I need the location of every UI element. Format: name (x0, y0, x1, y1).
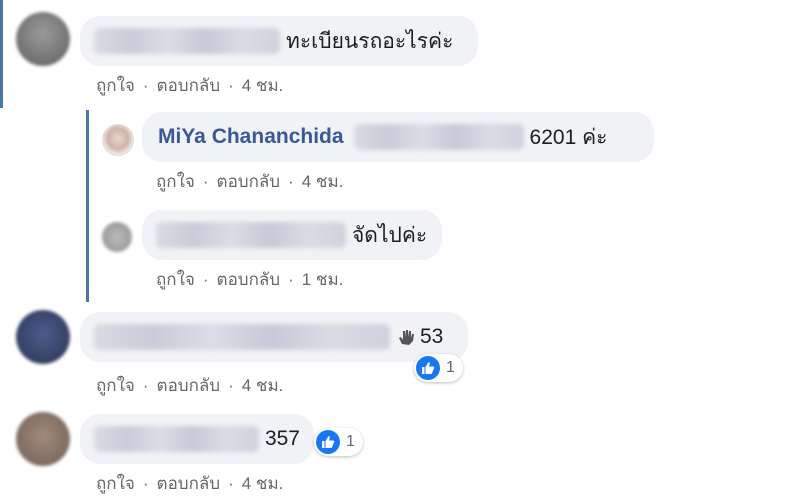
comment-actions: ถูกใจ · ตอบกลับ · 1 ชม. (156, 266, 343, 293)
reply-link[interactable]: ตอบกลับ (157, 470, 221, 497)
reaction-count: 1 (346, 433, 355, 450)
like-link[interactable]: ถูกใจ (156, 168, 195, 195)
comment-text: 357 (264, 427, 300, 450)
thread-line-replies (86, 110, 89, 302)
reply-link[interactable]: ตอบกลับ (217, 168, 281, 195)
like-icon (316, 430, 340, 454)
comment-actions: ถูกใจ · ตอบกลับ · 4 ชม. (156, 168, 343, 195)
comment-actions: ถูกใจ · ตอบกลับ · 4 ชม. (96, 372, 283, 399)
comment-bubble: MiYa Chananchida 6201 ค่ะ (142, 112, 654, 162)
comment-text: ทะเบียนรถอะไรค่ะ (286, 29, 454, 53)
reply-link[interactable]: ตอบกลับ (157, 372, 221, 399)
timestamp[interactable]: 4 ชม. (242, 470, 284, 497)
like-link[interactable]: ถูกใจ (96, 470, 135, 497)
comment-bubble: 53 (80, 312, 468, 362)
thread-line-top (0, 0, 3, 108)
comment-bubble: จัดไปค่ะ (142, 210, 442, 260)
avatar[interactable] (16, 310, 70, 364)
timestamp[interactable]: 4 ชม. (242, 372, 284, 399)
reaction-badge[interactable]: 1 (414, 354, 463, 382)
like-link[interactable]: ถูกใจ (156, 266, 195, 293)
like-link[interactable]: ถูกใจ (96, 372, 135, 399)
reply-link[interactable]: ตอบกลับ (217, 266, 281, 293)
blurred-name (94, 28, 280, 54)
comment-text: จัดไปค่ะ (352, 223, 428, 247)
like-link[interactable]: ถูกใจ (96, 72, 135, 99)
wave-hand-icon (396, 327, 416, 347)
avatar[interactable] (16, 12, 70, 66)
avatar[interactable] (16, 412, 70, 466)
like-icon (416, 356, 440, 380)
avatar[interactable] (102, 124, 134, 156)
reply-link[interactable]: ตอบกลับ (157, 72, 221, 99)
commenter-name[interactable]: MiYa Chananchida (158, 125, 344, 149)
comment-bubble: ทะเบียนรถอะไรค่ะ (80, 16, 478, 66)
reaction-badge[interactable]: 1 (314, 428, 363, 456)
blurred-name (94, 324, 390, 350)
blurred-name (94, 426, 259, 452)
comment-text: 6201 ค่ะ (529, 125, 608, 149)
timestamp[interactable]: 4 ชม. (242, 72, 284, 99)
blurred-name (156, 222, 346, 248)
timestamp[interactable]: 1 ชม. (302, 266, 344, 293)
comment-text: 53 (420, 325, 444, 348)
blurred-text (353, 124, 524, 150)
avatar[interactable] (102, 222, 132, 252)
reaction-count: 1 (446, 359, 455, 376)
comment-bubble: 357 (80, 414, 314, 464)
timestamp[interactable]: 4 ชม. (302, 168, 344, 195)
comment-actions: ถูกใจ · ตอบกลับ · 4 ชม. (96, 72, 283, 99)
comment-actions: ถูกใจ · ตอบกลับ · 4 ชม. (96, 470, 283, 497)
